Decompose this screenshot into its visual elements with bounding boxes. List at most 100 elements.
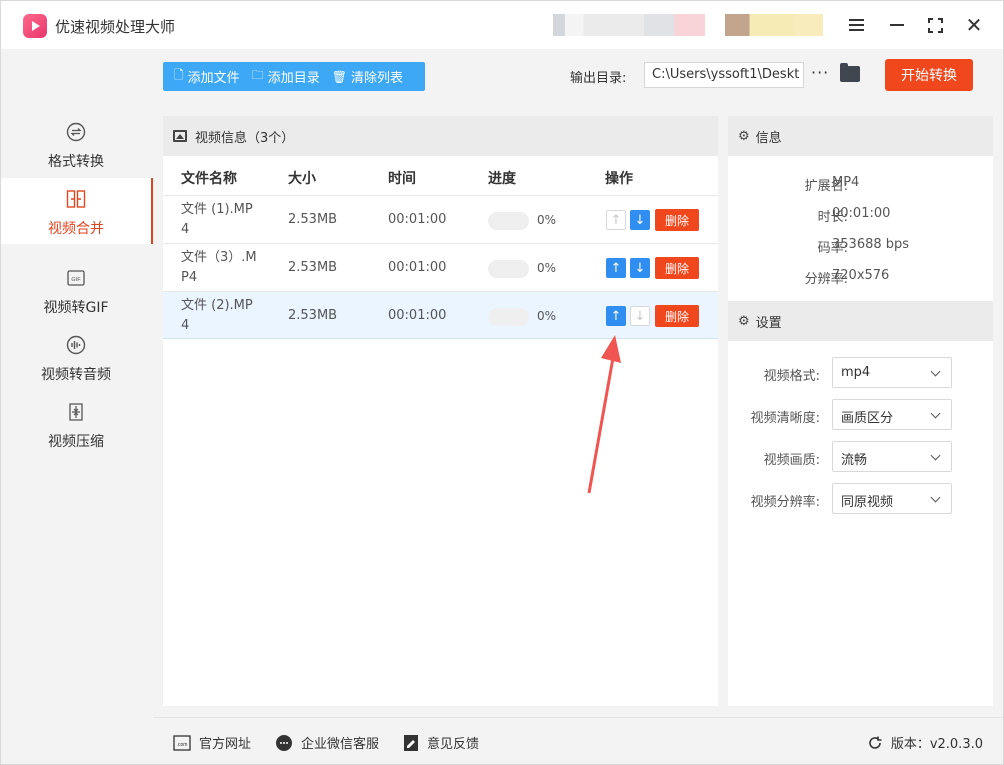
- menu-icon[interactable]: [844, 13, 868, 37]
- clarity-label: 视频清晰度:: [750, 411, 820, 426]
- sidebar-item-video-to-gif[interactable]: GIF 视频转GIF: [1, 257, 151, 323]
- add-directory-button[interactable]: 🗀 添加目录: [246, 62, 326, 91]
- sidebar-item-label: 格式转换: [48, 154, 104, 170]
- more-options-button[interactable]: ···: [811, 63, 829, 82]
- progress-text: 0%: [537, 261, 557, 275]
- settings-header: ⚙ 设置: [728, 301, 993, 341]
- app-title: 优速视频处理大师: [55, 18, 176, 36]
- wechat-service-link[interactable]: 企业微信客服: [275, 733, 379, 752]
- chat-icon: [275, 734, 293, 752]
- maximize-icon[interactable]: [923, 13, 947, 37]
- svg-text:.com: .com: [177, 742, 188, 748]
- add-file-button[interactable]: 🗋 添加文件: [163, 62, 246, 91]
- file-duration: 00:01:00: [388, 260, 447, 275]
- bitrate-value: 353688 bps: [832, 237, 910, 252]
- resolution-value: 720x576: [832, 268, 890, 283]
- delete-button[interactable]: 删除: [655, 257, 699, 279]
- file-icon: 🗋: [174, 68, 184, 82]
- file-duration: 00:01:00: [388, 308, 447, 323]
- duration-value: 00:01:00: [832, 206, 891, 221]
- output-dir-input[interactable]: C:\Users\yssoft1\Deskt: [644, 62, 804, 88]
- account-badge-blurred: [725, 14, 823, 36]
- sidebar-item-video-to-audio[interactable]: 视频转音频: [1, 324, 151, 390]
- minimize-icon[interactable]: [885, 13, 909, 37]
- table-row[interactable]: 文件 (2).MP4 2.53MB 00:01:00 0% ↑ ↓ 删除: [163, 291, 718, 339]
- format-convert-icon: [65, 121, 87, 143]
- video-merge-icon: [65, 188, 87, 210]
- sidebar-item-label: 视频压缩: [48, 434, 104, 450]
- output-dir-label: 输出目录:: [570, 71, 627, 86]
- open-folder-icon[interactable]: [840, 63, 860, 82]
- feedback-icon: [403, 734, 419, 752]
- move-down-button[interactable]: ↓: [630, 210, 650, 230]
- sidebar: 格式转换 视频合并 GIF 视频转GIF 视频转音频 视频压缩: [1, 49, 153, 717]
- progress-text: 0%: [537, 309, 557, 323]
- info-header: ⚙ 信息: [728, 116, 993, 156]
- file-toolbar: 🗋 添加文件 🗀 添加目录 🗑 清除列表: [163, 62, 425, 91]
- col-header-name: 文件名称: [181, 171, 237, 187]
- gif-icon: GIF: [65, 267, 87, 289]
- delete-button[interactable]: 删除: [655, 305, 699, 327]
- col-header-size: 大小: [288, 171, 316, 187]
- quality-label: 视频画质:: [763, 453, 820, 468]
- sidebar-item-video-merge[interactable]: 视频合并: [1, 178, 153, 244]
- resolution-setting-label: 视频分辨率:: [750, 495, 820, 510]
- svg-text:GIF: GIF: [71, 277, 81, 283]
- image-icon: [173, 130, 187, 142]
- version-info: 版本：v2.0.3.0: [867, 733, 983, 752]
- title-bar: 优速视频处理大师 ✕: [1, 1, 1003, 49]
- folder-icon: 🗀: [251, 68, 264, 82]
- compress-icon: [65, 401, 87, 423]
- move-up-button[interactable]: ↑: [606, 258, 626, 278]
- quality-select[interactable]: 流畅: [832, 441, 952, 472]
- file-size: 2.53MB: [288, 260, 338, 275]
- file-size: 2.53MB: [288, 308, 338, 323]
- format-select[interactable]: mp4: [832, 357, 952, 388]
- progress-bar: [488, 260, 529, 278]
- gear-icon: ⚙: [738, 313, 750, 329]
- move-down-button[interactable]: ↓: [630, 306, 650, 326]
- col-header-progress: 进度: [488, 171, 516, 187]
- app-logo-icon: [23, 14, 47, 38]
- website-link[interactable]: .com 官方网址: [173, 733, 251, 752]
- file-duration: 00:01:00: [388, 212, 447, 227]
- file-list-panel: 视频信息（3个） 文件名称 大小 时间 进度 操作 文件 (1).MP4 2.5…: [163, 116, 718, 706]
- move-down-button[interactable]: ↓: [630, 258, 650, 278]
- progress-text: 0%: [537, 213, 557, 227]
- sidebar-item-label: 视频转音频: [41, 367, 111, 383]
- file-size: 2.53MB: [288, 212, 338, 227]
- trash-icon: 🗑: [331, 69, 347, 84]
- move-up-button[interactable]: ↑: [606, 210, 626, 230]
- file-name: 文件 (2).MP4: [181, 298, 253, 333]
- refresh-icon[interactable]: [867, 735, 883, 751]
- file-name: 文件（3）.MP4: [181, 250, 257, 285]
- move-up-button[interactable]: ↑: [606, 306, 626, 326]
- delete-button[interactable]: 删除: [655, 209, 699, 231]
- user-info-blurred: [553, 14, 705, 36]
- clear-list-button[interactable]: 🗑 清除列表: [326, 62, 409, 91]
- clarity-select[interactable]: 画质区分: [832, 399, 952, 430]
- ext-value: MP4: [832, 175, 860, 190]
- format-label: 视频格式:: [763, 369, 820, 384]
- gear-icon: ⚙: [738, 128, 750, 144]
- col-header-time: 时间: [388, 171, 416, 187]
- sidebar-item-label: 视频转GIF: [43, 300, 109, 316]
- sidebar-item-format-convert[interactable]: 格式转换: [1, 111, 151, 177]
- sidebar-item-label: 视频合并: [48, 221, 104, 237]
- progress-bar: [488, 308, 529, 326]
- start-convert-button[interactable]: 开始转换: [885, 59, 973, 91]
- sidebar-item-video-compress[interactable]: 视频压缩: [1, 391, 151, 457]
- info-settings-panel: ⚙ 信息 扩展名: MP4 时长: 00:01:00 码率: 353688 bp…: [728, 116, 993, 706]
- audio-icon: [65, 334, 87, 356]
- app-window: 优速视频处理大师 ✕ 格式转换 视频合并 GIF 视频转GIF 视频转音频 视频…: [0, 0, 1004, 765]
- table-row[interactable]: 文件 (1).MP4 2.53MB 00:01:00 0% ↑ ↓ 删除: [163, 195, 718, 243]
- footer: .com 官方网址 企业微信客服 意见反馈 版本：v2.0.3.0: [153, 717, 1003, 764]
- table-row[interactable]: 文件（3）.MP4 2.53MB 00:01:00 0% ↑ ↓ 删除: [163, 243, 718, 291]
- info-title: 信息: [755, 130, 782, 146]
- feedback-link[interactable]: 意见反馈: [403, 733, 479, 752]
- file-list-title: 视频信息（3个）: [195, 130, 295, 146]
- close-icon[interactable]: ✕: [962, 13, 986, 37]
- website-icon: .com: [173, 734, 191, 751]
- col-header-actions: 操作: [605, 171, 633, 187]
- resolution-select[interactable]: 同原视频: [832, 483, 952, 514]
